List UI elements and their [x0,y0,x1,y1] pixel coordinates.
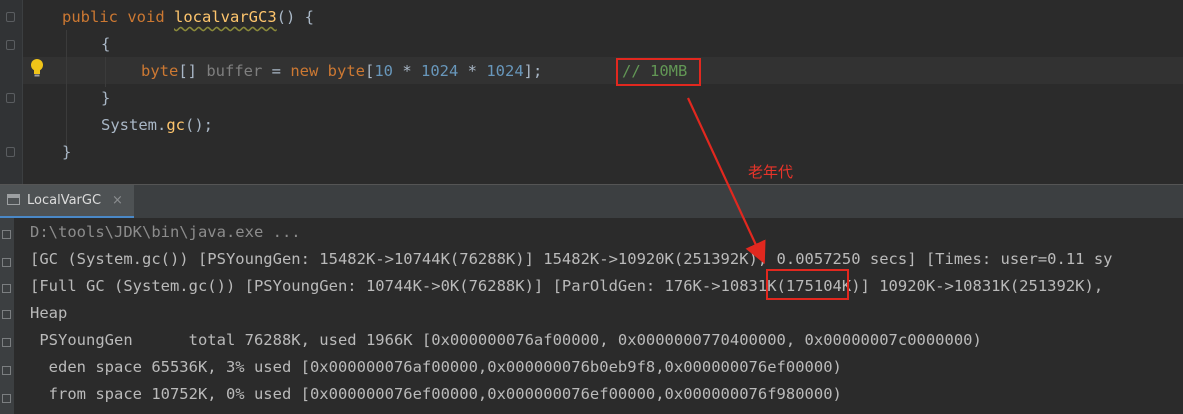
pin-icon[interactable] [2,310,11,319]
fold-marker-icon[interactable] [6,40,15,50]
indent-guide [105,57,106,87]
fold-marker-icon[interactable] [6,12,15,22]
variable-buffer: buffer [206,62,263,80]
tab-label: LocalVarGC [27,193,102,208]
console-line: [GC (System.gc()) [PSYoungGen: 15482K->1… [30,250,1113,268]
console-toolbar [0,218,14,414]
settings-icon[interactable] [2,338,11,347]
console-line: [Full GC (System.gc()) [PSYoungGen: 1074… [30,277,1104,295]
console-line: D:\tools\JDK\bin\java.exe ... [30,223,301,241]
code-editor[interactable]: public void localvarGC3() { { byte[] buf… [0,0,1183,184]
tab-localvargc[interactable]: LocalVarGC × [0,185,134,219]
console-line: PSYoungGen total 76288K, used 1966K [0x0… [30,331,982,349]
lightbulb-icon[interactable] [30,58,44,78]
fold-marker-icon[interactable] [6,147,15,157]
console-window-icon [7,194,20,205]
close-icon[interactable]: × [112,185,123,216]
code-line-buffer-declaration[interactable]: byte[] buffer = new byte[10 * 1024 * 102… [141,58,542,85]
stop-icon[interactable] [2,258,11,267]
editor-gutter [0,0,23,184]
console-line: from space 10752K, 0% used [0x000000076e… [30,385,842,403]
restore-layout-icon[interactable] [2,284,11,293]
code-line-close-brace-inner[interactable]: } [101,85,110,112]
console-line: eden space 65536K, 3% used [0x000000076a… [30,358,842,376]
rerun-icon[interactable] [2,230,11,239]
highlight-box-old-gen [766,269,849,300]
code-line-close-brace-method[interactable]: } [62,139,71,166]
fold-marker-icon[interactable] [6,93,15,103]
highlight-box-comment [616,58,701,86]
run-tool-window-tabbar: LocalVarGC × [0,184,1183,219]
annotation-label: 老年代 [748,163,794,181]
method-name: localvarGC3 [174,8,277,26]
gc-method: gc [166,116,185,134]
code-line-open-brace[interactable]: { [101,31,110,58]
trash-icon[interactable] [2,394,11,403]
console-line: Heap [30,304,68,322]
print-icon[interactable] [2,366,11,375]
code-line-system-gc[interactable]: System.gc(); [101,112,213,139]
code-line-method-signature[interactable]: public void localvarGC3() { [62,4,314,31]
